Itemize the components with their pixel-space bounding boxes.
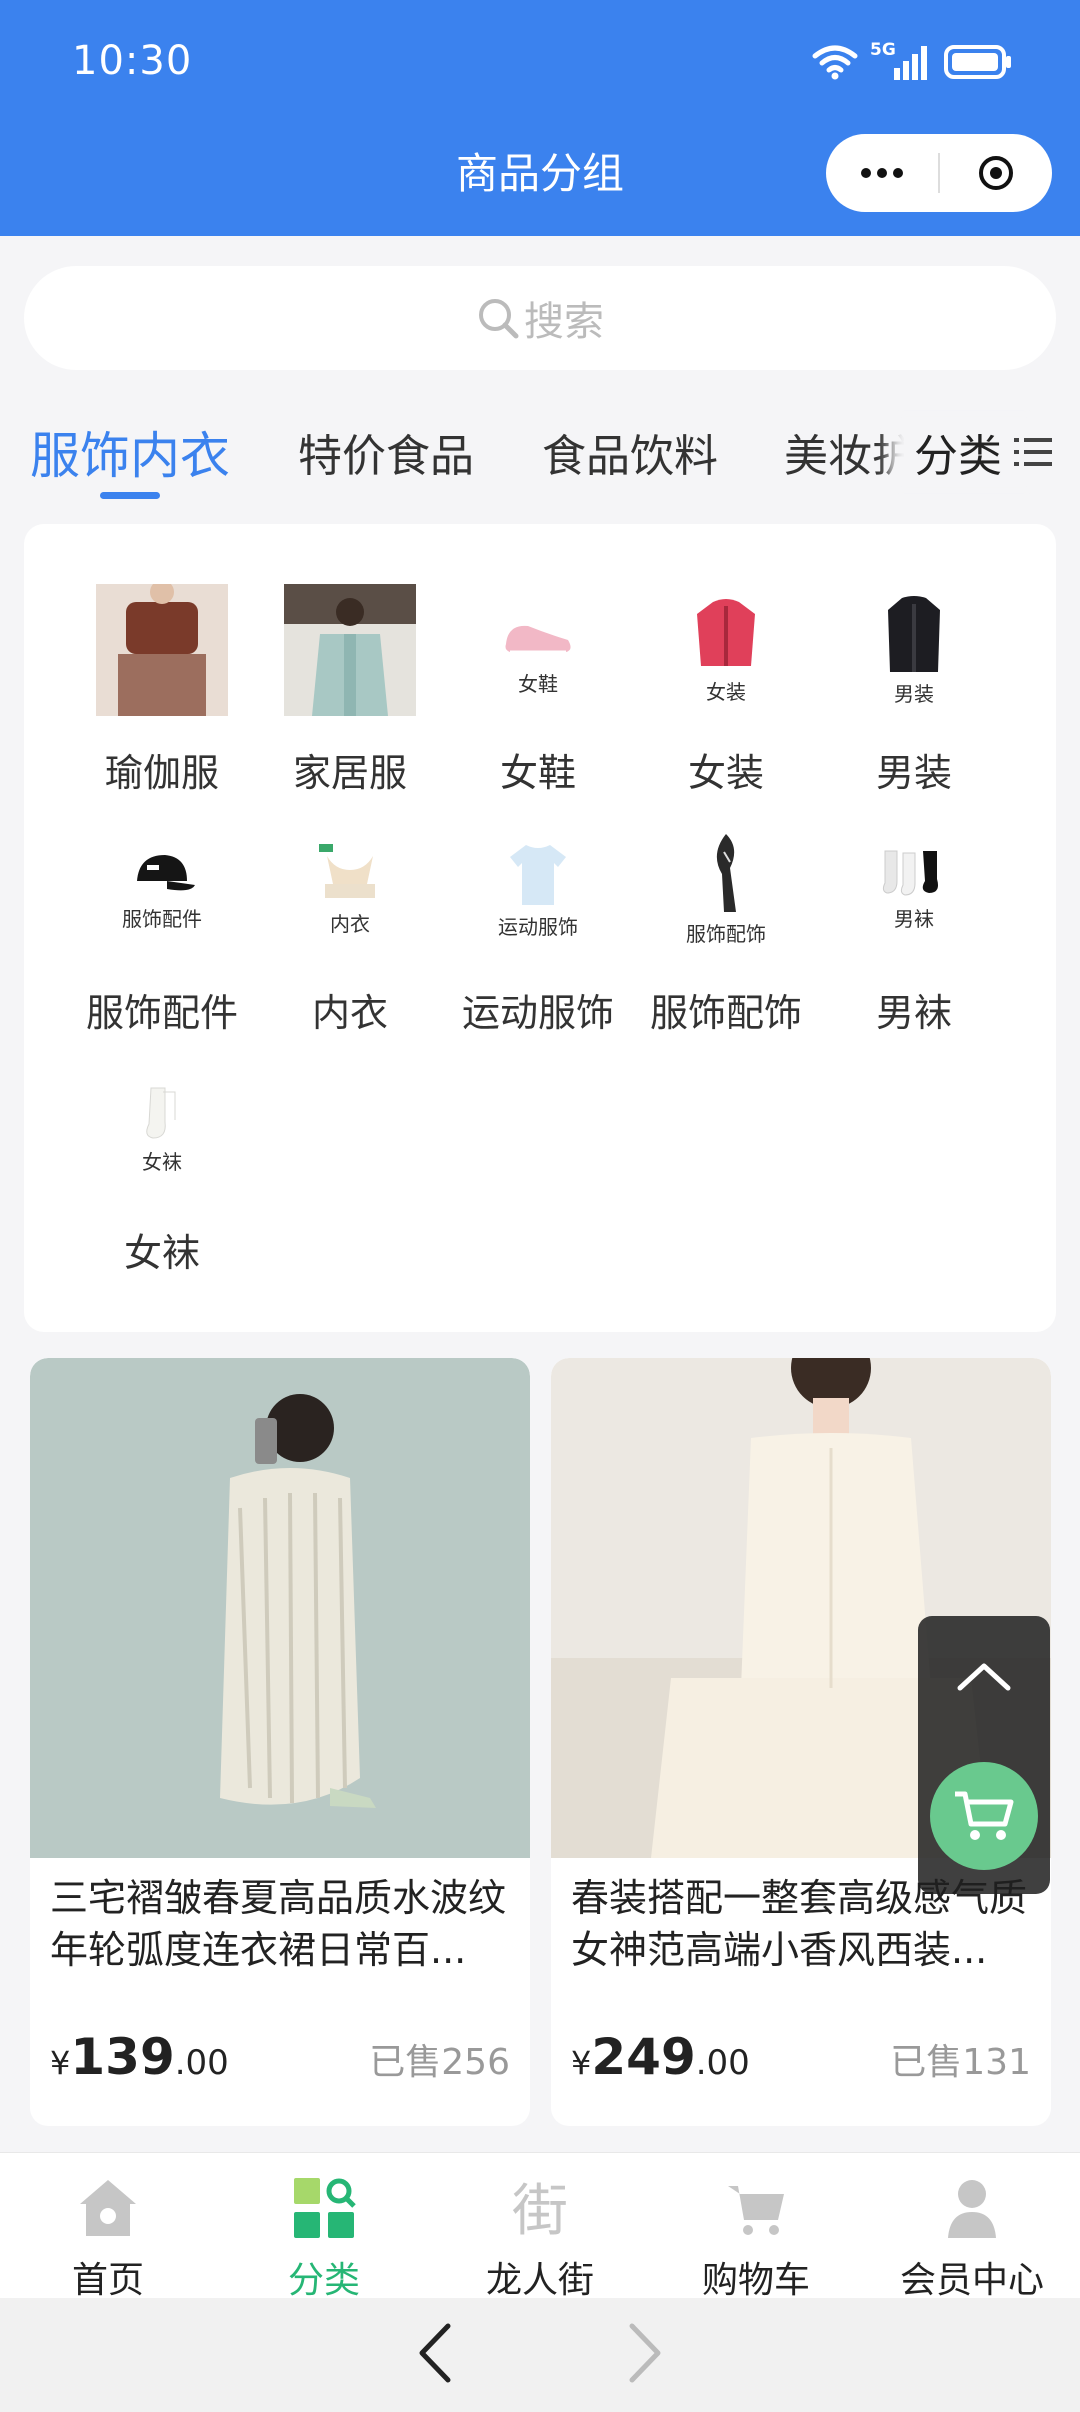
category-label: 女鞋 [499,751,576,795]
cart-icon [728,2186,784,2235]
product-price: ¥139.00 [50,2028,229,2086]
bra-icon: 内衣 [284,824,416,956]
status-time: 10:30 [72,38,193,84]
category-label: 男装 [875,751,952,795]
product-meta: ¥139.00 已售256 [50,2028,510,2086]
product-price: ¥249.00 [571,2028,750,2086]
user-icon [948,2180,996,2238]
tab-food-drinks[interactable]: 食品饮料 [542,420,718,484]
list-icon [1014,438,1052,466]
product-card[interactable]: 三宅褶皱春夏高品质水波纹年轮弧度连衣裙日常百... ¥139.00 已售256 [30,1358,530,2126]
search-bar[interactable]: 搜索 [24,266,1056,370]
mini-program-capsule [826,134,1052,212]
floating-cart-button[interactable] [930,1762,1038,1870]
nav-cart[interactable]: 购物车 [648,2173,864,2303]
category-accessories-2[interactable]: 服饰配饰 服饰配饰 [636,824,816,1037]
category-sportswear[interactable]: 运动服饰 运动服饰 [448,824,628,1037]
scarf-icon: 服饰配饰 [660,824,792,956]
category-menu-button[interactable]: 分类 [904,420,1052,484]
search-placeholder: 搜索 [524,299,604,345]
nav-home[interactable]: 首页 [0,2173,216,2303]
category-label: 服饰配饰 [649,991,802,1035]
battery-icon [944,45,1011,79]
subcategory-panel: 瑜伽服 家居服 女鞋 女鞋 女装 女装 男装 男装 服饰配件 服饰配件 内衣 内… [24,524,1056,1332]
category-label: 男袜 [875,991,952,1035]
category-home-wear[interactable]: 家居服 [260,584,440,797]
search-icon [479,299,519,339]
women-shoes-icon: 女鞋 [472,584,604,716]
category-label: 服饰配件 [85,991,238,1035]
cellular-icon: 5G [870,40,932,82]
more-menu-button[interactable] [826,168,938,178]
category-label: 内衣 [311,991,388,1035]
wifi-icon [812,45,858,80]
category-women-socks[interactable]: 女袜 女袜 [72,1064,252,1277]
category-accessories[interactable]: 服饰配件 服饰配件 [72,824,252,1037]
women-socks-icon: 女袜 [96,1064,228,1196]
nav-longren-street[interactable]: 街 龙人街 [432,2173,648,2303]
men-socks-icon: 男袜 [848,824,980,956]
chevron-up-icon [957,1663,1011,1691]
bottom-navigation: 首页 分类 街 龙人街 购物车 会员中心 [0,2152,1080,2301]
product-name: 三宅褶皱春夏高品质水波纹年轮弧度连衣裙日常百... [50,1876,507,1972]
tab-special-food[interactable]: 特价食品 [298,420,474,484]
product-sold-count: 已售256 [369,2042,510,2083]
category-underwear[interactable]: 内衣 内衣 [260,824,440,1037]
tshirt-icon: 运动服饰 [472,824,604,956]
category-women-shoes[interactable]: 女鞋 女鞋 [448,584,628,797]
tab-apparel[interactable]: 服饰内衣 [30,416,230,488]
street-icon: 街 [512,2179,568,2240]
category-label: 运动服饰 [461,991,614,1035]
back-to-top-button[interactable] [918,1656,1050,1736]
target-icon [979,156,1013,190]
status-icons: 5G [812,40,1014,84]
category-label: 家居服 [292,751,407,795]
back-button[interactable] [412,2320,458,2390]
category-menu-label: 分类 [914,431,1002,482]
nav-category[interactable]: 分类 [216,2173,432,2303]
product-sold-count: 已售131 [890,2042,1031,2083]
chevron-right-icon [629,2323,661,2383]
tab-beauty[interactable]: 美妆护 [784,420,916,484]
active-tab-indicator [100,492,160,499]
home-icon [80,2180,136,2236]
home-wear-photo [284,584,416,716]
yoga-wear-photo [96,584,228,716]
category-women-apparel[interactable]: 女装 女装 [636,584,816,797]
category-label: 女装 [687,751,764,795]
category-men-apparel[interactable]: 男装 男装 [824,584,1004,797]
close-mini-program-button[interactable] [940,153,1052,193]
forward-button[interactable] [622,2320,668,2390]
men-coat-icon: 男装 [848,584,980,716]
category-men-socks[interactable]: 男袜 男袜 [824,824,1004,1037]
chevron-left-icon [419,2323,451,2383]
nav-member-center[interactable]: 会员中心 [864,2173,1080,2303]
category-label: 瑜伽服 [104,751,219,795]
svg-text:街: 街 [512,2179,568,2240]
floating-actions [918,1616,1050,1894]
cap-icon: 服饰配件 [96,824,228,956]
product-meta: ¥249.00 已售131 [571,2028,1031,2086]
cart-icon [955,1791,1014,1840]
product-image [30,1358,530,1858]
category-label: 女袜 [123,1231,200,1275]
category-grid-icon [294,2178,356,2238]
system-navigation-bar [0,2298,1080,2412]
top-bar: 10:30 5G 商品分组 [0,0,1080,236]
category-yoga-wear[interactable]: 瑜伽服 [72,584,252,797]
women-jacket-icon: 女装 [660,584,792,716]
